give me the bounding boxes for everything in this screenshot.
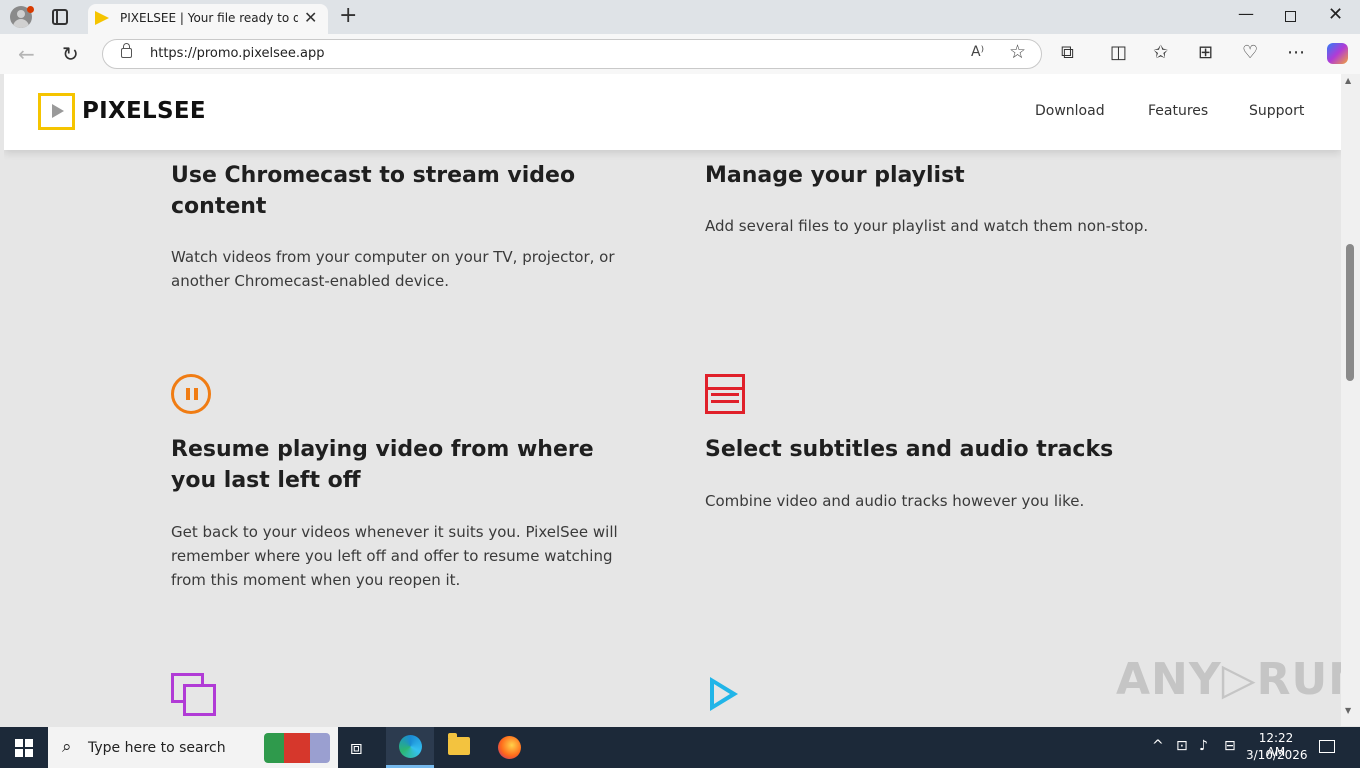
tab-actions-icon[interactable] [52, 9, 68, 25]
window-restore-button[interactable] [1285, 11, 1296, 22]
pause-circle-icon [171, 374, 211, 414]
scroll-thumb[interactable] [1346, 244, 1354, 381]
pixelsee-logo-icon[interactable] [38, 93, 75, 130]
feature-title-chromecast: Use Chromecast to stream video content [171, 163, 576, 219]
feature-title-subtitles: Select subtitles and audio tracks [705, 437, 1114, 462]
browser-tab-active[interactable]: PIXELSEE | Your file ready to down ✕ [88, 4, 328, 34]
add-favorite-star-icon[interactable]: ☆ [1009, 41, 1026, 63]
read-aloud-icon[interactable]: A⁾ [971, 44, 984, 60]
feature-desc-subtitles: Combine video and audio tracks however y… [705, 492, 1085, 510]
task-view-icon[interactable]: ⧈ [350, 735, 363, 759]
windows-start-icon[interactable] [15, 739, 33, 757]
copilot-icon[interactable] [1327, 43, 1348, 64]
logo-text[interactable]: PIXELSEE [82, 98, 206, 124]
clock-date[interactable]: 3/10/2026 [1246, 748, 1308, 762]
pixelsee-favicon-icon [95, 11, 109, 25]
window-minimize-button[interactable]: — [1238, 4, 1254, 23]
address-bar[interactable]: https://promo.pixelsee.app A⁾ ☆ [102, 39, 1042, 69]
file-explorer-icon[interactable] [448, 733, 470, 755]
page-scrollbar[interactable]: ▲ ▼ [1341, 74, 1360, 726]
scroll-up-arrow-icon[interactable]: ▲ [1345, 76, 1351, 85]
search-icon: ⌕ [62, 737, 72, 757]
tab-close-icon[interactable]: ✕ [304, 8, 317, 27]
scroll-down-arrow-icon[interactable]: ▼ [1345, 706, 1351, 715]
search-placeholder: Type here to search [88, 740, 226, 756]
play-triangle-icon [710, 677, 738, 711]
network-icon[interactable]: ⊡ [1176, 738, 1188, 754]
favorites-icon[interactable]: ✩ [1153, 42, 1168, 63]
new-tab-button[interactable]: + [339, 3, 357, 28]
split-screen-icon[interactable]: ◫ [1110, 42, 1127, 63]
reload-icon[interactable]: ↻ [62, 42, 79, 66]
taskbar-edge-button[interactable] [386, 727, 434, 768]
subtitles-icon [705, 374, 745, 414]
feature-desc-resume: Get back to your videos whenever it suit… [171, 523, 618, 589]
tab-title: PIXELSEE | Your file ready to down [120, 11, 298, 25]
performance-heart-icon[interactable]: ♡ [1242, 42, 1258, 63]
url-text[interactable]: https://promo.pixelsee.app [150, 46, 325, 61]
tray-chevron-up-icon[interactable]: ^ [1152, 738, 1164, 754]
tab-bar: PIXELSEE | Your file ready to down ✕ + —… [0, 0, 1360, 34]
search-highlight-gifts-icon[interactable] [264, 733, 330, 763]
nav-link-download[interactable]: Download [1035, 103, 1105, 119]
edge-icon [399, 735, 422, 758]
input-indicator-icon[interactable]: ⊟ [1224, 738, 1236, 754]
profile-notification-dot [27, 6, 34, 13]
volume-icon[interactable]: ♪ [1199, 738, 1208, 754]
anyrun-watermark: ANY▷RUN [1116, 654, 1341, 705]
notifications-icon[interactable] [1319, 740, 1335, 753]
taskbar-search-box[interactable]: ⌕ Type here to search [48, 727, 338, 768]
window-close-button[interactable]: ✕ [1328, 4, 1343, 25]
more-options-icon[interactable]: ⋯ [1287, 42, 1305, 63]
nav-link-support[interactable]: Support [1249, 103, 1304, 119]
site-header: PIXELSEE Download Features Support [4, 74, 1341, 150]
feature-title-resume: Resume playing video from where you last… [171, 437, 594, 493]
nav-link-features[interactable]: Features [1148, 103, 1208, 119]
collections-icon[interactable]: ⊞ [1198, 42, 1213, 63]
web-page: PIXELSEE Download Features Support Use C… [4, 74, 1341, 726]
picture-in-picture-icon [171, 673, 216, 716]
feature-desc-playlist: Add several files to your playlist and w… [705, 217, 1149, 235]
site-info-lock-icon[interactable] [121, 43, 132, 58]
back-arrow-icon[interactable]: ← [18, 42, 35, 66]
firefox-icon[interactable] [498, 736, 521, 759]
browser-chrome: PIXELSEE | Your file ready to down ✕ + —… [0, 0, 1360, 74]
feature-title-playlist: Manage your playlist [705, 163, 965, 188]
logo-play-icon [52, 104, 64, 118]
extensions-puzzle-icon[interactable]: ⧉ [1061, 42, 1074, 63]
feature-desc-chromecast: Watch videos from your computer on your … [171, 248, 615, 290]
windows-taskbar: ⌕ Type here to search ⧈ ^ ⊡ ♪ ⊟ 12:22 AM… [0, 727, 1360, 768]
